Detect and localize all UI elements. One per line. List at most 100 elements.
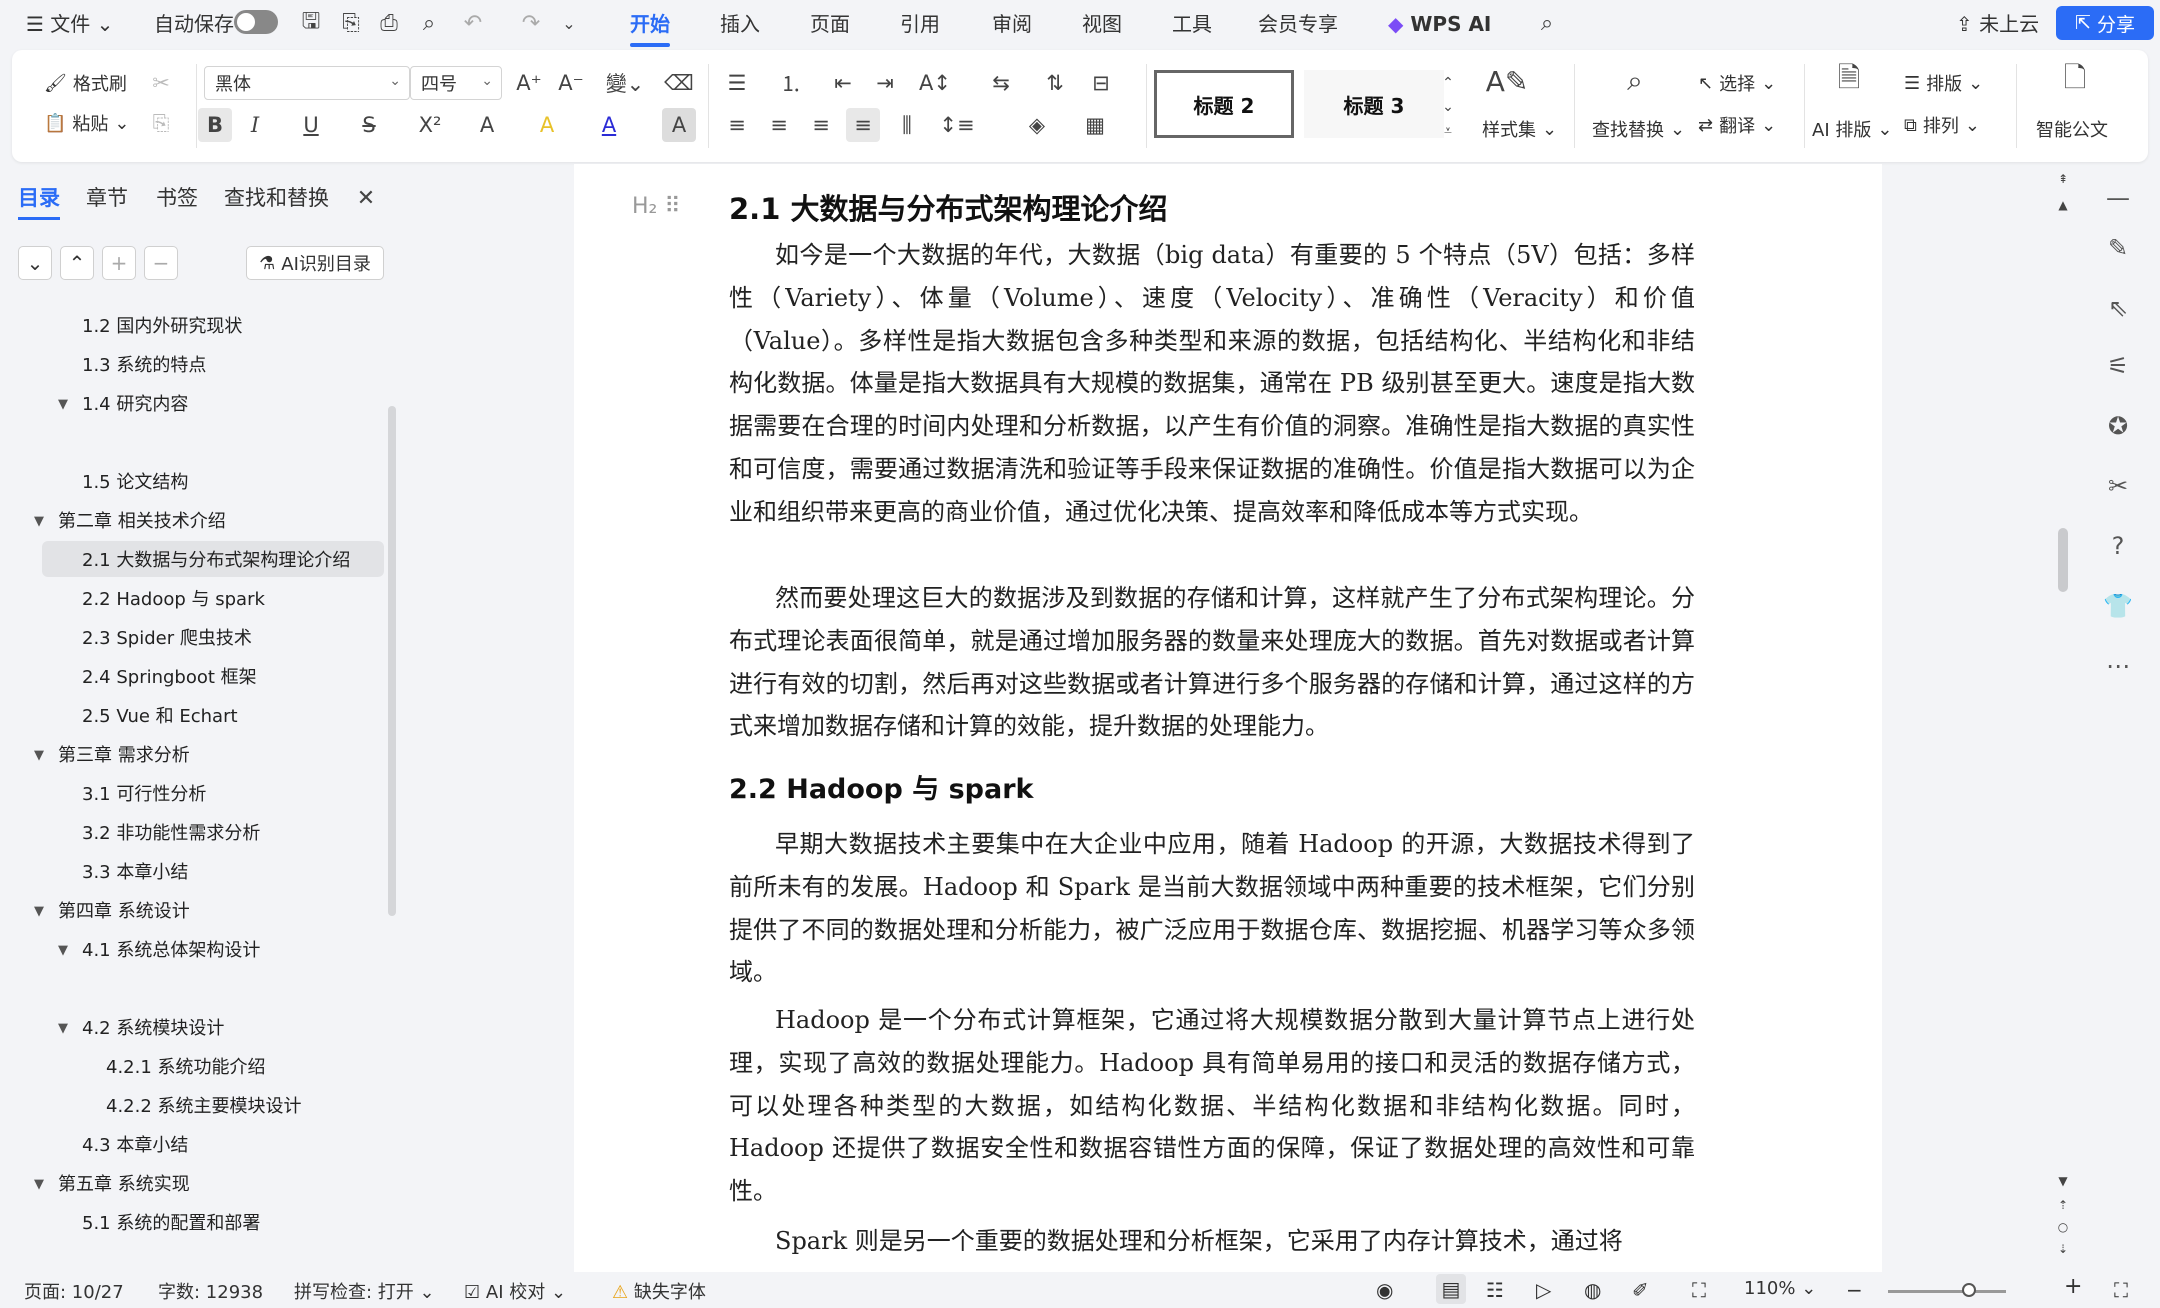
- help-icon[interactable]: ?: [2096, 524, 2140, 568]
- write-mode-icon[interactable]: ✐: [1632, 1278, 1649, 1302]
- fullscreen-icon[interactable]: ⛶: [2114, 1278, 2128, 1302]
- justify-icon[interactable]: ≡: [846, 108, 880, 142]
- tab-bookmarks[interactable]: 书签: [156, 182, 198, 212]
- translate-button[interactable]: ⇄ 翻译 ⌄: [1698, 112, 1776, 138]
- autosave-toggle[interactable]: [234, 10, 278, 34]
- shading-icon[interactable]: ◈: [1020, 108, 1054, 142]
- scroll-down-icon[interactable]: ▼: [2054, 1172, 2072, 1190]
- typeset-button[interactable]: ☰ 排版 ⌄: [1904, 70, 1983, 96]
- cut-icon[interactable]: ✂: [144, 66, 178, 100]
- tab-toc[interactable]: 目录: [18, 182, 60, 220]
- increase-font-icon[interactable]: A⁺: [512, 66, 546, 100]
- ai-proofread-button[interactable]: ☑ AI 校对 ⌄: [464, 1278, 566, 1304]
- page-indicator[interactable]: 页面: 10/27: [24, 1278, 124, 1304]
- zoom-level-select[interactable]: 110% ⌄: [1744, 1278, 1816, 1299]
- remove-heading-button[interactable]: −: [144, 246, 178, 280]
- print-icon[interactable]: ⎙: [374, 8, 404, 38]
- toc-item[interactable]: ▼ 1.4 研究内容: [58, 388, 188, 422]
- style-heading-2[interactable]: 标题 2: [1154, 70, 1294, 138]
- style-heading-3[interactable]: 标题 3: [1304, 70, 1444, 138]
- show-marks-icon[interactable]: ⊟: [1084, 66, 1118, 100]
- expand-up-button[interactable]: ⌃: [60, 246, 94, 280]
- toc-item[interactable]: 4.3 本章小结: [82, 1129, 188, 1163]
- font-size-select[interactable]: 四号 ⌄: [410, 66, 502, 100]
- align-right-icon[interactable]: ≡: [804, 108, 838, 142]
- expand-triangle-icon[interactable]: ▼: [58, 388, 68, 422]
- tab-member[interactable]: 会员专享: [1258, 9, 1338, 39]
- toc-item[interactable]: 3.3 本章小结: [82, 856, 188, 890]
- drag-handle-icon[interactable]: ⠿: [664, 194, 680, 219]
- shirt-theme-icon[interactable]: 👕: [2096, 584, 2140, 628]
- smart-doc-button[interactable]: 智能公文: [2036, 116, 2108, 142]
- toc-item[interactable]: 1.3 系统的特点: [82, 349, 206, 383]
- tab-chapters[interactable]: 章节: [86, 182, 128, 212]
- ai-assistant-icon[interactable]: ✪: [2096, 404, 2140, 448]
- toc-item[interactable]: ▼ 第三章 需求分析: [34, 739, 190, 773]
- wps-ai-tab[interactable]: ◆ WPS AI: [1388, 9, 1491, 39]
- toc-item[interactable]: ▼ 4.1 系统总体架构设计: [58, 934, 260, 968]
- redo-icon[interactable]: ↷: [516, 8, 546, 38]
- toc-item-active[interactable]: 2.1 大数据与分布式架构理论介绍: [82, 544, 350, 578]
- document-scrollbar-thumb[interactable]: [2058, 528, 2068, 592]
- paragraph[interactable]: Hadoop 是一个分布式计算框架，它通过将大规模数据分散到大量计算节点上进行处…: [729, 999, 1695, 1213]
- select-button[interactable]: ↖ 选择 ⌄: [1698, 70, 1776, 96]
- zoom-slider-track[interactable]: [1888, 1290, 2006, 1293]
- copy-icon[interactable]: ⎘: [144, 106, 178, 140]
- share-button[interactable]: ⇱ 分享: [2056, 6, 2154, 40]
- fit-page-icon[interactable]: ⛶: [1692, 1278, 1706, 1302]
- zoom-slider-handle[interactable]: [1962, 1283, 1976, 1297]
- line-wrap-icon[interactable]: ⇆: [984, 66, 1018, 100]
- bold-button[interactable]: B: [198, 108, 232, 142]
- decrease-font-icon[interactable]: A⁻: [554, 66, 588, 100]
- superscript-button[interactable]: X²: [410, 108, 450, 142]
- export-icon[interactable]: ⎘: [336, 8, 366, 38]
- find-replace-button[interactable]: 查找替换 ⌄: [1592, 116, 1685, 142]
- numbered-list-icon[interactable]: ⒈: [774, 66, 808, 100]
- undo-icon[interactable]: ↶: [458, 8, 488, 38]
- toc-item[interactable]: ▼ 第五章 系统实现: [34, 1168, 190, 1202]
- file-menu[interactable]: ☰ 文件 ⌄: [26, 9, 113, 39]
- distributed-align-icon[interactable]: ⫼: [890, 108, 924, 142]
- align-left-icon[interactable]: ≡: [720, 108, 754, 142]
- tab-view[interactable]: 视图: [1082, 9, 1122, 39]
- close-icon[interactable]: ✕: [352, 184, 380, 212]
- next-page-icon[interactable]: ⇣: [2054, 1240, 2072, 1258]
- toc-item[interactable]: 2.3 Spider 爬虫技术: [82, 622, 252, 656]
- bullet-list-icon[interactable]: ☰: [720, 66, 754, 100]
- toc-item[interactable]: ▼ 4.2 系统模块设计: [58, 1012, 224, 1046]
- line-spacing-icon[interactable]: ↕≡: [939, 108, 974, 142]
- expand-triangle-icon[interactable]: ▼: [34, 505, 44, 539]
- missing-font-warning[interactable]: ⚠ 缺失字体: [612, 1278, 706, 1304]
- spell-check-toggle[interactable]: 拼写检查: 打开 ⌄: [294, 1278, 435, 1304]
- paste-button[interactable]: 📋 粘贴 ⌄: [44, 110, 130, 136]
- toc-item[interactable]: 2.4 Springboot 框架: [82, 661, 257, 695]
- zoom-out-icon[interactable]: −: [1846, 1278, 1863, 1302]
- character-shading-button[interactable]: A: [662, 108, 696, 142]
- tab-page[interactable]: 页面: [810, 9, 850, 39]
- expand-triangle-icon[interactable]: ▼: [34, 1168, 44, 1202]
- section-heading[interactable]: 2.2 Hadoop 与 spark: [729, 767, 1034, 806]
- pen-icon[interactable]: ✎: [2096, 226, 2140, 270]
- search-icon[interactable]: ⌕: [1532, 8, 1562, 38]
- toc-item[interactable]: 5.1 系统的配置和部署: [82, 1207, 260, 1241]
- ai-layout-button[interactable]: AI 排版 ⌄: [1812, 116, 1892, 142]
- phonetic-guide-icon[interactable]: 變⌄: [602, 66, 648, 100]
- paragraph[interactable]: 早期大数据技术主要集中在大企业中应用，随着 Hadoop 的开源，大数据技术得到…: [729, 823, 1695, 994]
- web-view-icon[interactable]: ◍: [1584, 1278, 1601, 1302]
- paragraph[interactable]: Spark 则是另一个重要的数据处理和分析框架，它采用了内存计算技术，通过将: [729, 1220, 1695, 1264]
- outline-view-icon[interactable]: ☷: [1486, 1278, 1504, 1302]
- toc-item[interactable]: ▼ 第四章 系统设计: [34, 895, 190, 929]
- toc-item[interactable]: 1.2 国内外研究现状: [82, 310, 242, 344]
- toc-item[interactable]: 2.5 Vue 和 Echart: [82, 700, 238, 734]
- minimize-sidebar-icon[interactable]: —: [2096, 176, 2140, 220]
- toc-item[interactable]: 3.1 可行性分析: [82, 778, 206, 812]
- ai-recognize-toc-button[interactable]: ⚗ AI识别目录: [246, 246, 384, 280]
- word-count[interactable]: 字数: 12938: [158, 1278, 263, 1304]
- tab-insert[interactable]: 插入: [720, 9, 760, 39]
- toc-item[interactable]: 3.2 非功能性需求分析: [82, 817, 260, 851]
- borders-icon[interactable]: ▦: [1078, 108, 1112, 142]
- align-center-icon[interactable]: ≡: [762, 108, 796, 142]
- font-color-button[interactable]: A: [592, 108, 626, 142]
- read-mode-icon[interactable]: ▷: [1536, 1278, 1551, 1302]
- tab-find-replace[interactable]: 查找和替换: [224, 182, 329, 212]
